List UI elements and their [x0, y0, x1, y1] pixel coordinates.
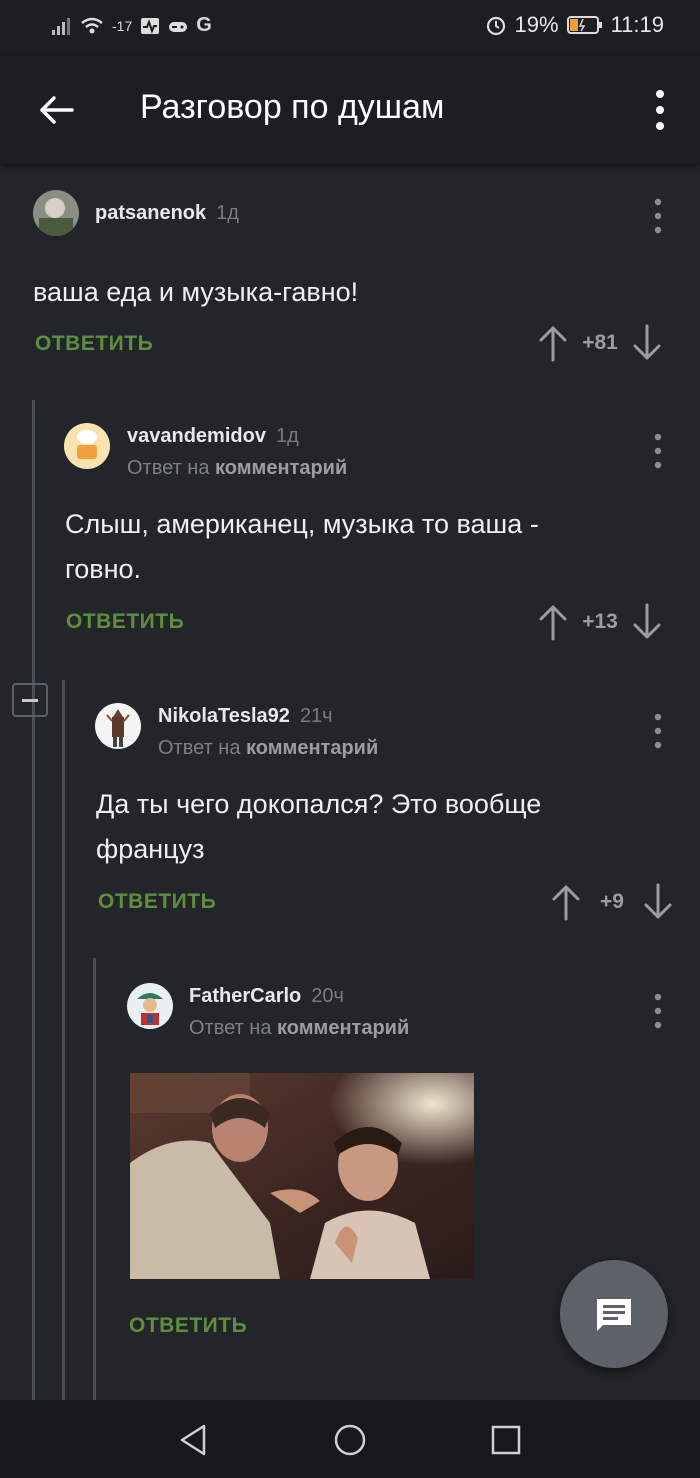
comment-image[interactable] — [130, 1073, 474, 1279]
app-bar: Разговор по душам — [0, 56, 700, 164]
more-vert-icon[interactable] — [650, 88, 670, 132]
avatar[interactable] — [33, 190, 79, 236]
avatar-figure — [95, 703, 141, 749]
reply-target-link[interactable]: комментарий — [215, 457, 347, 479]
signal-strength-text: -17 — [112, 17, 133, 34]
thread-line-level-1 — [32, 400, 35, 1400]
reply-to: Ответ на комментарий — [189, 1017, 409, 1040]
comment-time: 20ч — [311, 985, 344, 1007]
more-vert-icon[interactable] — [650, 711, 666, 753]
gamepad-icon — [169, 21, 188, 32]
username-text[interactable]: NikolaTesla92 — [158, 705, 290, 727]
activity-icon — [141, 17, 160, 34]
comment-text: ваша еда и музыка-гавно! — [33, 270, 358, 315]
add-comment-fab[interactable] — [560, 1260, 668, 1368]
thread-line-level-2 — [62, 680, 65, 1400]
wifi-icon — [81, 17, 103, 33]
username-text[interactable]: vavandemidov — [127, 425, 266, 447]
back-arrow-icon[interactable] — [36, 90, 76, 130]
username[interactable]: patsanenok 1д — [95, 202, 239, 225]
comment-text-line: Да ты чего докопался? Это вообще — [96, 789, 542, 819]
arrow-up-icon[interactable] — [549, 883, 583, 921]
reply-target-link[interactable]: комментарий — [246, 737, 378, 759]
more-vert-icon[interactable] — [650, 196, 666, 238]
vote-controls: +13 — [536, 603, 664, 641]
battery-percent: 19% — [514, 12, 559, 37]
comment-time: 1д — [216, 202, 239, 224]
avatar[interactable] — [127, 983, 173, 1029]
username[interactable]: vavandemidov 1д — [127, 425, 299, 448]
comment-time: 21ч — [299, 705, 333, 727]
signal-icon — [52, 17, 70, 35]
vote-controls: +81 — [536, 324, 664, 362]
reply-prefix: Ответ на — [127, 457, 210, 479]
reply-button[interactable]: ОТВЕТИТЬ — [35, 332, 153, 356]
arrow-down-icon[interactable] — [641, 883, 675, 921]
more-vert-icon[interactable] — [650, 991, 666, 1033]
system-nav-bar — [0, 1400, 700, 1478]
avatar-chef — [64, 423, 110, 469]
username-text[interactable]: patsanenok — [95, 202, 206, 224]
arrow-down-icon[interactable] — [630, 603, 664, 641]
reply-to: Ответ на комментарий — [158, 737, 378, 760]
vote-controls: +9 — [549, 883, 675, 921]
reply-button[interactable]: ОТВЕТИТЬ — [129, 1314, 247, 1338]
comment-text-line: ваша еда и музыка-гавно! — [33, 277, 359, 307]
reply-to: Ответ на комментарий — [127, 457, 347, 480]
username[interactable]: NikolaTesla92 21ч — [158, 705, 333, 728]
avatar[interactable] — [64, 423, 110, 469]
reply-target-link[interactable]: комментарий — [277, 1017, 409, 1039]
reply-button[interactable]: ОТВЕТИТЬ — [98, 890, 216, 914]
status-right: 19% 11:19 — [485, 12, 664, 38]
arrow-down-icon[interactable] — [630, 324, 664, 362]
avatar-photo — [33, 190, 79, 236]
triangle-back-icon[interactable] — [176, 1422, 212, 1458]
username[interactable]: FatherCarlo 20ч — [189, 985, 344, 1008]
page-title: Разговор по душам — [140, 88, 445, 126]
square-recent-icon[interactable] — [488, 1422, 524, 1458]
comment-text: Слыш, американец, музыка то ваша - говно… — [65, 502, 539, 592]
arrow-up-icon[interactable] — [536, 324, 570, 362]
clock: 11:19 — [610, 12, 664, 37]
avatar-character — [127, 983, 173, 1029]
thread-line-level-3 — [93, 958, 96, 1400]
rating-count: +13 — [582, 610, 618, 633]
comment-icon — [597, 1299, 631, 1331]
more-vert-icon[interactable] — [650, 431, 666, 473]
status-bar: -17 G 19% 11:19 — [0, 0, 700, 56]
rating-count: +9 — [600, 890, 624, 913]
collapse-thread-button[interactable] — [12, 683, 48, 717]
battery-icon — [566, 16, 602, 34]
comment-text-line: говно. — [65, 554, 142, 584]
comment-text-line: Слыш, американец, музыка то ваша - — [65, 509, 539, 539]
arrow-up-icon[interactable] — [536, 603, 570, 641]
reply-button[interactable]: ОТВЕТИТЬ — [66, 610, 184, 634]
username-text[interactable]: FatherCarlo — [189, 985, 301, 1007]
status-left: -17 G — [52, 14, 212, 37]
avatar[interactable] — [95, 703, 141, 749]
g-icon: G — [196, 14, 212, 36]
circle-home-icon[interactable] — [332, 1422, 368, 1458]
comment-text-line: француз — [96, 834, 205, 864]
comment-text: Да ты чего докопался? Это вообще француз — [96, 782, 541, 872]
reply-prefix: Ответ на — [189, 1017, 272, 1039]
alarm-icon — [486, 16, 505, 36]
reply-prefix: Ответ на — [158, 737, 241, 759]
comment-time: 1д — [275, 425, 299, 447]
rating-count: +81 — [582, 331, 618, 354]
